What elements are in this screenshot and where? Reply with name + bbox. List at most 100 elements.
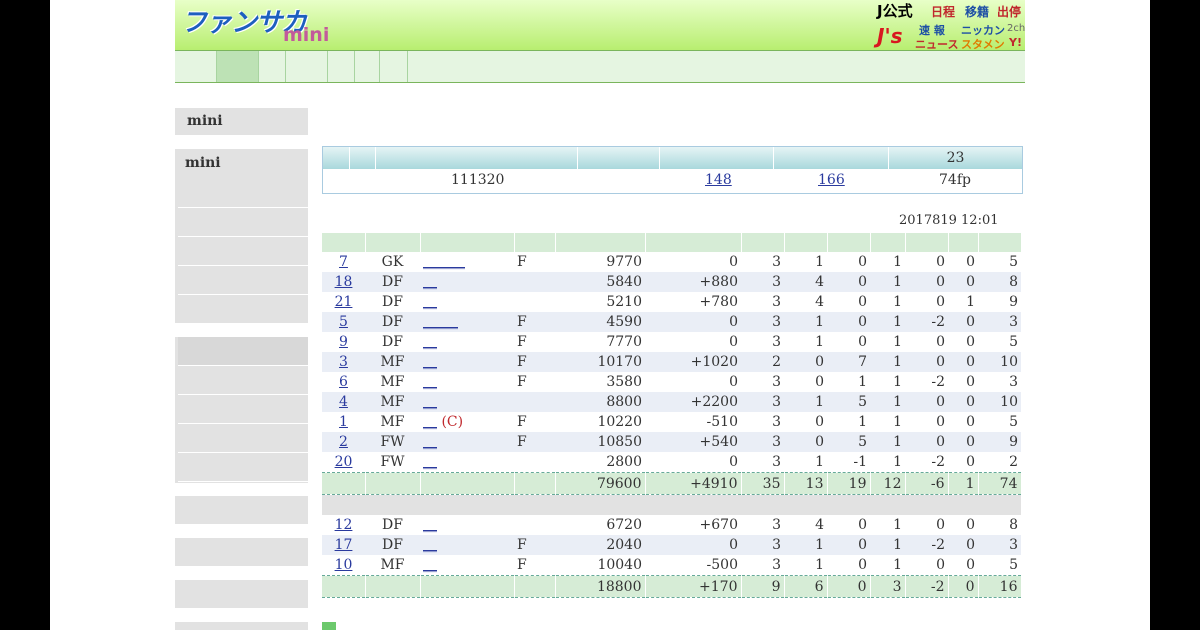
player-number-link[interactable]: 3: [339, 354, 348, 370]
player-number-link[interactable]: 7: [339, 254, 348, 270]
ranking-link-1[interactable]: 148: [705, 172, 732, 188]
player-name: __: [420, 352, 514, 372]
nav-tab-6[interactable]: [355, 51, 380, 82]
player-row: 17 DF __ F 2040 0 3 1 0 1 -2 0 3: [322, 535, 1021, 555]
player-number-link[interactable]: 4: [339, 394, 348, 410]
player-number-link[interactable]: 17: [335, 537, 353, 553]
player-name-link[interactable]: __: [423, 354, 437, 370]
separator-cell: [322, 494, 1021, 515]
player-name-link[interactable]: __: [423, 434, 437, 450]
ranking-link-2[interactable]: 166: [818, 172, 845, 188]
sidebar-item[interactable]: [178, 538, 308, 567]
player-e: 0: [905, 352, 948, 372]
sidebar-item[interactable]: [178, 395, 308, 424]
player-d: 1: [870, 372, 905, 392]
ranking-summary: 23 111320 148 166 74fp: [322, 146, 1023, 194]
link-2ch[interactable]: 2ch: [1007, 23, 1025, 34]
player-f: 0: [948, 352, 978, 372]
sidebar-item[interactable]: [178, 179, 308, 208]
player-d: 1: [870, 352, 905, 372]
player-b: 1: [784, 555, 827, 576]
player-number-link[interactable]: 18: [335, 274, 353, 290]
player-row: 18 DF __ 5840 +880 3 4 0 1 0 0 8: [322, 272, 1021, 292]
player-flag: [514, 452, 555, 473]
player-name-link[interactable]: __: [423, 334, 437, 350]
ranking-header-cell: [323, 147, 350, 169]
player-name-link[interactable]: ______: [423, 254, 465, 270]
player-number-link[interactable]: 10: [335, 557, 353, 573]
player-a: 3: [741, 432, 784, 452]
link-lineup[interactable]: スタメン: [961, 36, 1005, 52]
player-g: 8: [978, 272, 1021, 292]
sidebar-box-7: [175, 622, 308, 630]
link-transfer[interactable]: 移籍: [965, 3, 989, 20]
player-number-link[interactable]: 5: [339, 314, 348, 330]
player-row: 3 MF __ F 10170 +1020 2 0 7 1 0 0 10: [322, 352, 1021, 372]
sidebar-item[interactable]: [178, 366, 308, 395]
player-d: 1: [870, 412, 905, 432]
sidebar-item[interactable]: [178, 424, 308, 453]
link-js[interactable]: J's: [877, 24, 902, 48]
total-spacer: [365, 575, 421, 598]
player-flag: F: [514, 555, 555, 576]
total-d: 3: [870, 575, 906, 598]
player-c: 1: [827, 372, 870, 392]
player-number-link[interactable]: 6: [339, 374, 348, 390]
player-name: _____: [420, 312, 514, 332]
nav-tab-7[interactable]: [380, 51, 408, 82]
ranking-header-cell: [376, 147, 578, 169]
player-d: 1: [870, 312, 905, 332]
sidebar-item[interactable]: [178, 337, 308, 366]
nav-tab-3[interactable]: [259, 51, 286, 82]
player-number-link[interactable]: 21: [335, 294, 353, 310]
player-number-link[interactable]: 9: [339, 334, 348, 350]
player-number-link[interactable]: 12: [335, 517, 353, 533]
player-number-link[interactable]: 2: [339, 434, 348, 450]
link-j-official[interactable]: J公式: [877, 0, 913, 21]
player-name-link[interactable]: __: [423, 274, 437, 290]
nav-tab-4[interactable]: [286, 51, 328, 82]
player-name-link[interactable]: __: [423, 537, 437, 553]
nav-tab-2[interactable]: [217, 51, 259, 82]
total-row: 18800 +170 9 6 0 3 -2 0 16: [322, 575, 1022, 598]
link-schedule[interactable]: 日程: [931, 3, 955, 20]
player-c: 0: [827, 535, 870, 555]
sidebar-item[interactable]: [178, 580, 308, 609]
player-position: MF: [365, 392, 420, 412]
player-name-link[interactable]: _____: [423, 314, 458, 330]
player-name-link[interactable]: __: [423, 294, 437, 310]
sidebar-item[interactable]: [178, 237, 308, 266]
player-flag: F: [514, 412, 555, 432]
total-spacer: [420, 472, 515, 495]
ranking-header-round: 23: [946, 150, 965, 166]
player-number-link[interactable]: 20: [335, 454, 353, 470]
player-diff: +2200: [645, 392, 741, 412]
link-suspension[interactable]: 出停: [997, 3, 1021, 20]
sidebar-item[interactable]: [178, 208, 308, 237]
player-name-link[interactable]: __: [423, 394, 437, 410]
player-number: 5: [322, 312, 365, 332]
player-name-link[interactable]: __: [423, 557, 437, 573]
link-yahoo[interactable]: Y!: [1009, 36, 1022, 49]
sidebar-item[interactable]: [178, 266, 308, 295]
player-f: 0: [948, 372, 978, 392]
sidebar-item[interactable]: [178, 496, 308, 525]
player-name-link[interactable]: __: [423, 517, 437, 533]
player-name-link[interactable]: __: [423, 414, 437, 430]
site-logo[interactable]: ファンサカ mini: [181, 2, 329, 46]
player-position: DF: [365, 272, 420, 292]
player-a: 3: [741, 252, 784, 272]
player-number-link[interactable]: 1: [339, 414, 348, 430]
player-c: 0: [827, 515, 870, 535]
nav-tab-5[interactable]: [328, 51, 355, 82]
sidebar-box-1-title: mini: [187, 113, 223, 129]
player-name-link[interactable]: __: [423, 454, 437, 470]
player-name-link[interactable]: __: [423, 374, 437, 390]
player-a: 3: [741, 292, 784, 312]
player-c: 0: [827, 332, 870, 352]
sidebar-item[interactable]: [178, 453, 308, 482]
nav-tab-1[interactable]: [175, 51, 217, 82]
player-number: 20: [322, 452, 365, 473]
link-news[interactable]: ニュース: [915, 36, 958, 52]
right-margin: [1050, 0, 1150, 630]
